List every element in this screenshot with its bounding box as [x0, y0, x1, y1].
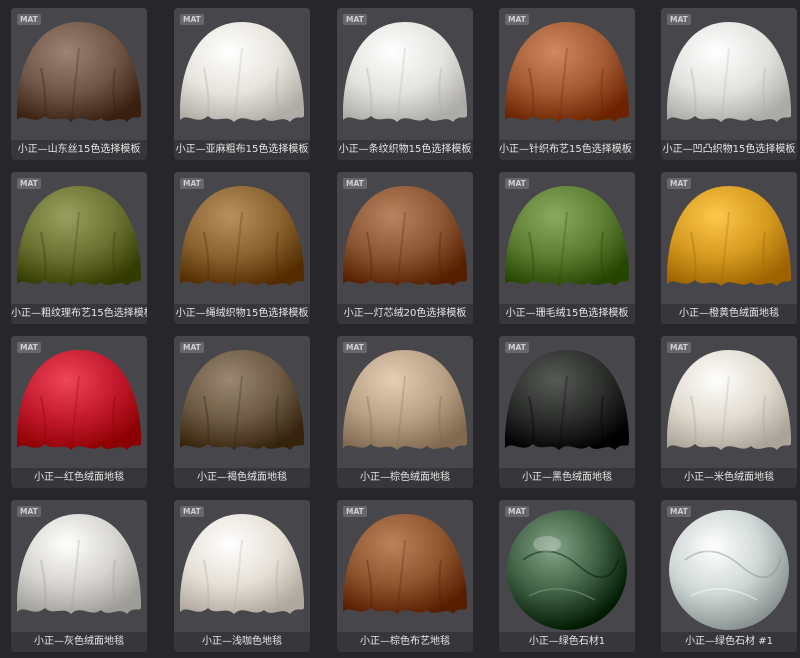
mat-badge: MAT	[343, 14, 367, 25]
material-card[interactable]: MAT 小正—米色绒面地毯	[661, 336, 797, 488]
mat-badge: MAT	[505, 506, 529, 517]
mat-badge: MAT	[343, 178, 367, 189]
material-label: 小正—亚麻粗布15色选择模板	[174, 140, 310, 160]
mat-badge: MAT	[17, 342, 41, 353]
material-label: 小正—灯芯绒20色选择模板	[337, 304, 473, 324]
mat-badge: MAT	[343, 342, 367, 353]
cloth-material-icon	[337, 172, 473, 304]
material-card[interactable]: MAT 小正—灰色绒面地毯	[11, 500, 147, 652]
material-label: 小正—橙黄色绒面地毯	[661, 304, 797, 324]
cloth-material-icon	[11, 336, 147, 468]
cloth-material-icon	[11, 8, 147, 140]
cloth-material-icon	[499, 336, 635, 468]
material-label: 小正—条纹织物15色选择模板	[337, 140, 473, 160]
cloth-material-icon	[337, 336, 473, 468]
material-card[interactable]: MAT 小正—凹凸织物15色选择模板	[661, 8, 797, 160]
material-label: 小正—棕色布艺地毯	[337, 632, 473, 652]
material-card[interactable]: MAT 小正—条纹织物15色选择模板	[337, 8, 473, 160]
cloth-material-icon	[11, 500, 147, 632]
material-card[interactable]: MAT 小正—亚麻粗布15色选择模板	[174, 8, 310, 160]
material-card[interactable]: MAT 小正—浅咖色地毯	[174, 500, 310, 652]
mat-badge: MAT	[343, 506, 367, 517]
mat-badge: MAT	[17, 14, 41, 25]
mat-badge: MAT	[667, 506, 691, 517]
cloth-material-icon	[661, 336, 797, 468]
material-label: 小正—绳绒织物15色选择模板	[174, 304, 310, 324]
cloth-material-icon	[661, 8, 797, 140]
material-card[interactable]: MAT 小正—珊毛绒15色选择模板	[499, 172, 635, 324]
material-label: 小正—绿色石材1	[499, 632, 635, 652]
material-card[interactable]: MAT 小正—橙黄色绒面地毯	[661, 172, 797, 324]
material-label: 小正—红色绒面地毯	[11, 468, 147, 488]
cloth-material-icon	[174, 8, 310, 140]
mat-badge: MAT	[180, 14, 204, 25]
material-grid: MAT 小正—山东丝15色选择模板 MAT 小正—亚麻粗布15色选择模板 MAT 小正…	[0, 0, 800, 658]
material-label: 小正—山东丝15色选择模板	[11, 140, 147, 160]
cloth-material-icon	[337, 500, 473, 632]
mat-badge: MAT	[180, 178, 204, 189]
material-card[interactable]: MAT 小正—绿色石材 #1	[661, 500, 797, 652]
material-label: 小正—浅咖色地毯	[174, 632, 310, 652]
material-label: 小正—米色绒面地毯	[661, 468, 797, 488]
material-label: 小正—灰色绒面地毯	[11, 632, 147, 652]
material-card[interactable]: MAT 小正—山东丝15色选择模板	[11, 8, 147, 160]
cloth-material-icon	[661, 172, 797, 304]
mat-badge: MAT	[17, 178, 41, 189]
material-label: 小正—绿色石材 #1	[661, 632, 797, 652]
cloth-material-icon	[11, 172, 147, 304]
mat-badge: MAT	[505, 178, 529, 189]
material-card[interactable]: MAT 小正—红色绒面地毯	[11, 336, 147, 488]
cloth-material-icon	[174, 172, 310, 304]
material-card[interactable]: MAT 小正—粗纹理布艺15色选择模板	[11, 172, 147, 324]
material-card[interactable]: MAT 小正—棕色布艺地毯	[337, 500, 473, 652]
material-card[interactable]: MAT 小正—灯芯绒20色选择模板	[337, 172, 473, 324]
cloth-material-icon	[174, 500, 310, 632]
material-card[interactable]: MAT 小正—褐色绒面地毯	[174, 336, 310, 488]
material-card[interactable]: MAT 小正—绿色石材1	[499, 500, 635, 652]
mat-badge: MAT	[667, 342, 691, 353]
cloth-material-icon	[337, 8, 473, 140]
mat-badge: MAT	[667, 14, 691, 25]
stone-sphere-icon	[499, 500, 635, 632]
mat-badge: MAT	[505, 14, 529, 25]
mat-badge: MAT	[17, 506, 41, 517]
mat-badge: MAT	[667, 178, 691, 189]
cloth-material-icon	[499, 8, 635, 140]
material-label: 小正—凹凸织物15色选择模板	[661, 140, 797, 160]
mat-badge: MAT	[505, 342, 529, 353]
cloth-material-icon	[174, 336, 310, 468]
material-label: 小正—棕色绒面地毯	[337, 468, 473, 488]
material-label: 小正—褐色绒面地毯	[174, 468, 310, 488]
material-label: 小正—黑色绒面地毯	[499, 468, 635, 488]
material-card[interactable]: MAT 小正—绳绒织物15色选择模板	[174, 172, 310, 324]
material-card[interactable]: MAT 小正—黑色绒面地毯	[499, 336, 635, 488]
material-label: 小正—针织布艺15色选择模板 #	[499, 140, 635, 160]
mat-badge: MAT	[180, 342, 204, 353]
mat-badge: MAT	[180, 506, 204, 517]
stone-sphere-icon	[661, 500, 797, 632]
material-label: 小正—粗纹理布艺15色选择模板	[11, 304, 147, 324]
material-card[interactable]: MAT 小正—棕色绒面地毯	[337, 336, 473, 488]
material-label: 小正—珊毛绒15色选择模板	[499, 304, 635, 324]
material-card[interactable]: MAT 小正—针织布艺15色选择模板 #	[499, 8, 635, 160]
cloth-material-icon	[499, 172, 635, 304]
